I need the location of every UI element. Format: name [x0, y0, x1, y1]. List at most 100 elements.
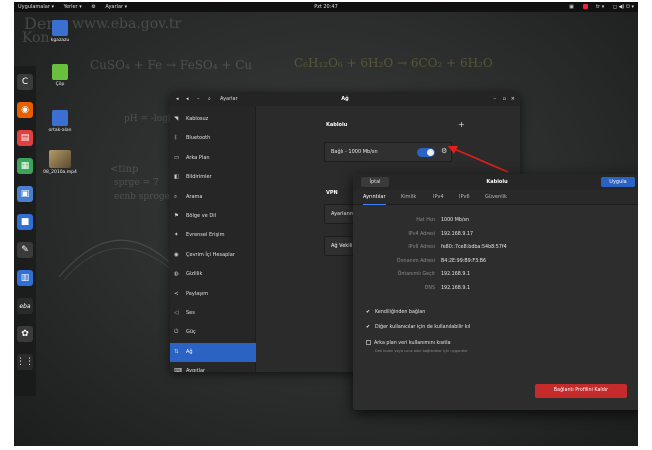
- detail-label: Donanım Adresi: [396, 258, 435, 264]
- trash-icon: [52, 64, 68, 80]
- search-icon: ⌕: [174, 193, 178, 200]
- video-thumbnail-icon: [49, 150, 71, 168]
- dialog-tabs: Ayrıntılar Kimlik IPv4 IPv6 Güvenlik: [353, 190, 638, 205]
- option-label: Kendiliğinden bağlan: [375, 310, 426, 315]
- sidebar-item-label: Paylaşım: [186, 290, 209, 297]
- tab-details[interactable]: Ayrıntılar: [363, 190, 386, 205]
- sidebar-item-privacy[interactable]: ◍ Gizlilik: [170, 265, 256, 284]
- desktop-icon-label: kgazazu: [50, 38, 70, 43]
- folder-icon: [52, 110, 68, 126]
- region-language-icon: ⚑: [174, 213, 179, 219]
- sidebar-item-sharing[interactable]: ≺ Paylaşım: [170, 285, 256, 304]
- sidebar-item-background[interactable]: ▭ Arka Plan: [170, 149, 256, 168]
- detail-value: B4:2E:99:B9:F3:B6: [441, 258, 487, 264]
- checkmark-icon: ✔: [366, 310, 371, 315]
- top-panel: Uygulamalar ▾ Yerler ▾ ⚙ Ayarlar ▾ Pzt 2…: [14, 2, 638, 12]
- bluetooth-icon: ᛒ: [174, 135, 178, 142]
- option-checkbox[interactable]: ✔ Diğer kullanıcılar için de kullanılabil…: [366, 325, 470, 330]
- tab-ipv4[interactable]: IPv4: [433, 190, 444, 205]
- settings-header: ◂ ◂ – ⌕ Ayarlar Ağ – ▫ ×: [170, 92, 520, 106]
- close-icon[interactable]: ×: [511, 92, 515, 106]
- pen-icon[interactable]: ✎: [17, 242, 33, 258]
- add-connection-button[interactable]: +: [458, 120, 465, 129]
- notifications-icon: ◧: [174, 174, 180, 181]
- minimize-icon[interactable]: –: [494, 92, 497, 106]
- tab-ipv6[interactable]: IPv6: [459, 190, 470, 205]
- eba-icon[interactable]: eba: [17, 298, 33, 314]
- tab-security[interactable]: Güvenlik: [485, 190, 507, 205]
- home-folder-icon: [52, 20, 68, 36]
- desktop-icon-home[interactable]: kgazazu: [42, 20, 78, 43]
- online-accounts-icon: ◉: [174, 251, 179, 258]
- option-checkbox[interactable]: ✔ Kendiliğinden bağlan: [366, 310, 425, 315]
- network-icon: ⇅: [174, 348, 179, 355]
- sidebar-item-notifications[interactable]: ◧ Bildirimler: [170, 168, 256, 187]
- detail-value: fe80::7ce8:bdba:54b8:57f4: [441, 245, 507, 250]
- document-viewer-icon[interactable]: ▤: [17, 130, 33, 146]
- sidebar-item-universal-access[interactable]: ✦ Evrensel Erişim: [170, 226, 256, 245]
- sidebar-item-search[interactable]: ⌕ Arama: [170, 188, 256, 207]
- settings-sidebar: ◥ Kablosuz ᛒ Bluetooth ▭ Arka Plan ◧ Bildirimle…: [170, 106, 256, 372]
- background-icon: ▭: [174, 154, 180, 161]
- sidebar-item-online-accounts[interactable]: ◉ Çevrim İçi Hesaplar: [170, 246, 256, 265]
- detail-value: 192.168.9.1: [441, 285, 470, 291]
- detail-label: DNS: [424, 285, 435, 291]
- sidebar-item-label: Gizlilik: [186, 271, 203, 278]
- sidebar-item-label: Aygıtlar: [186, 368, 206, 372]
- desktop-icon-video[interactable]: 08_2010a.mp4: [42, 150, 78, 175]
- sidebar-item-label: Arama: [186, 193, 203, 200]
- chalk-equation-2: C₆H₁₂O₆ + 6H₂O → 6CO₂ + 6H₂O: [294, 56, 493, 70]
- keyboard-layout[interactable]: tr ▾: [596, 4, 604, 10]
- sidebar-item-label: Arka Plan: [186, 154, 210, 161]
- apply-button[interactable]: Uygula: [601, 177, 635, 187]
- chrome-icon[interactable]: C: [17, 74, 33, 90]
- sidebar-item-devices[interactable]: ⌨ Aygıtlar: [170, 362, 256, 372]
- detail-label: IPv6 Adresi: [408, 245, 435, 250]
- dialog-header: İptal Kablolu Uygula: [353, 174, 638, 190]
- sidebar-item-label: Ses: [186, 310, 195, 316]
- tab-identity[interactable]: Kimlik: [401, 190, 416, 205]
- sidebar-item-label: Kablosuz: [186, 116, 209, 122]
- option-checkbox[interactable]: Arka plan veri kullanımını kısıtla: [366, 340, 451, 346]
- sidebar-item-sound[interactable]: ◁ Ses: [170, 304, 256, 323]
- wired-toggle[interactable]: [417, 148, 435, 157]
- remove-profile-button[interactable]: Bağlantı Profilini Kaldır: [535, 384, 627, 398]
- firefox-icon[interactable]: ◉: [17, 102, 33, 118]
- sidebar-item-label: Ağ: [186, 348, 193, 355]
- sidebar-item-region-language[interactable]: ⚑ Bölge ve Dil: [170, 207, 256, 226]
- sidebar-item-power[interactable]: ⏻ Güç: [170, 323, 256, 342]
- detail-label: IPv4 Adresi: [408, 231, 435, 237]
- android-icon[interactable]: ✿: [17, 326, 33, 342]
- dock: C ◉ ▤ ▦ ▣ ■ ✎ ▥ eba ✿ ⋮⋮: [14, 66, 36, 396]
- detail-value: 192.168.9.1: [441, 272, 470, 277]
- system-status-menu[interactable]: ◻ ◀) ⏻ ▾: [613, 4, 634, 10]
- dialog-title: Kablolu: [486, 179, 508, 185]
- spreadsheet-icon[interactable]: ▦: [17, 158, 33, 174]
- screen-icon[interactable]: ▥: [17, 270, 33, 286]
- sidebar-item-label: Bildirimler: [186, 174, 212, 181]
- maximize-icon[interactable]: ▫: [503, 92, 506, 106]
- sidebar-item-bluetooth[interactable]: ᛒ Bluetooth: [170, 129, 256, 148]
- chalk-note-3: sprge = 7: [114, 178, 159, 188]
- clock[interactable]: Pzt 20:47: [14, 2, 638, 12]
- chalk-note-4: ecnb sproge: [114, 192, 170, 202]
- desktop-screen: Ders Kon www.eba.gov.tr CuSO₄ + Fe → FeS…: [14, 2, 638, 446]
- sidebar-item-wifi[interactable]: ◥ Kablosuz: [170, 110, 256, 129]
- presentation-icon[interactable]: ▣: [17, 186, 33, 202]
- alert-indicator-icon[interactable]: [582, 4, 588, 9]
- sound-icon: ◁: [174, 310, 179, 316]
- sidebar-item-label: Evrensel Erişim: [186, 232, 225, 239]
- screenshot-indicator-icon[interactable]: ▣: [569, 4, 574, 10]
- desktop-icon-shared[interactable]: ortak-alan: [42, 110, 78, 133]
- chalk-arc-drawing: [58, 239, 173, 281]
- wired-connection-row: Bağlı - 1000 Mb/sn ⚙: [324, 142, 452, 162]
- text-editor-icon[interactable]: ■: [17, 214, 33, 230]
- wired-connection-dialog: İptal Kablolu Uygula Ayrıntılar Kimlik I…: [353, 174, 638, 410]
- desktop-icon-trash[interactable]: Çöp: [42, 64, 78, 87]
- option-label: Diğer kullanıcılar için de kullanılabili…: [375, 325, 471, 330]
- sidebar-item-network[interactable]: ⇅ Ağ: [170, 342, 256, 362]
- app-grid-icon[interactable]: ⋮⋮: [16, 354, 34, 370]
- connection-status: Bağlı - 1000 Mb/sn: [331, 149, 378, 155]
- detail-value: 192.168.9.17: [441, 231, 474, 237]
- detail-label: Hat Hızı: [416, 218, 435, 223]
